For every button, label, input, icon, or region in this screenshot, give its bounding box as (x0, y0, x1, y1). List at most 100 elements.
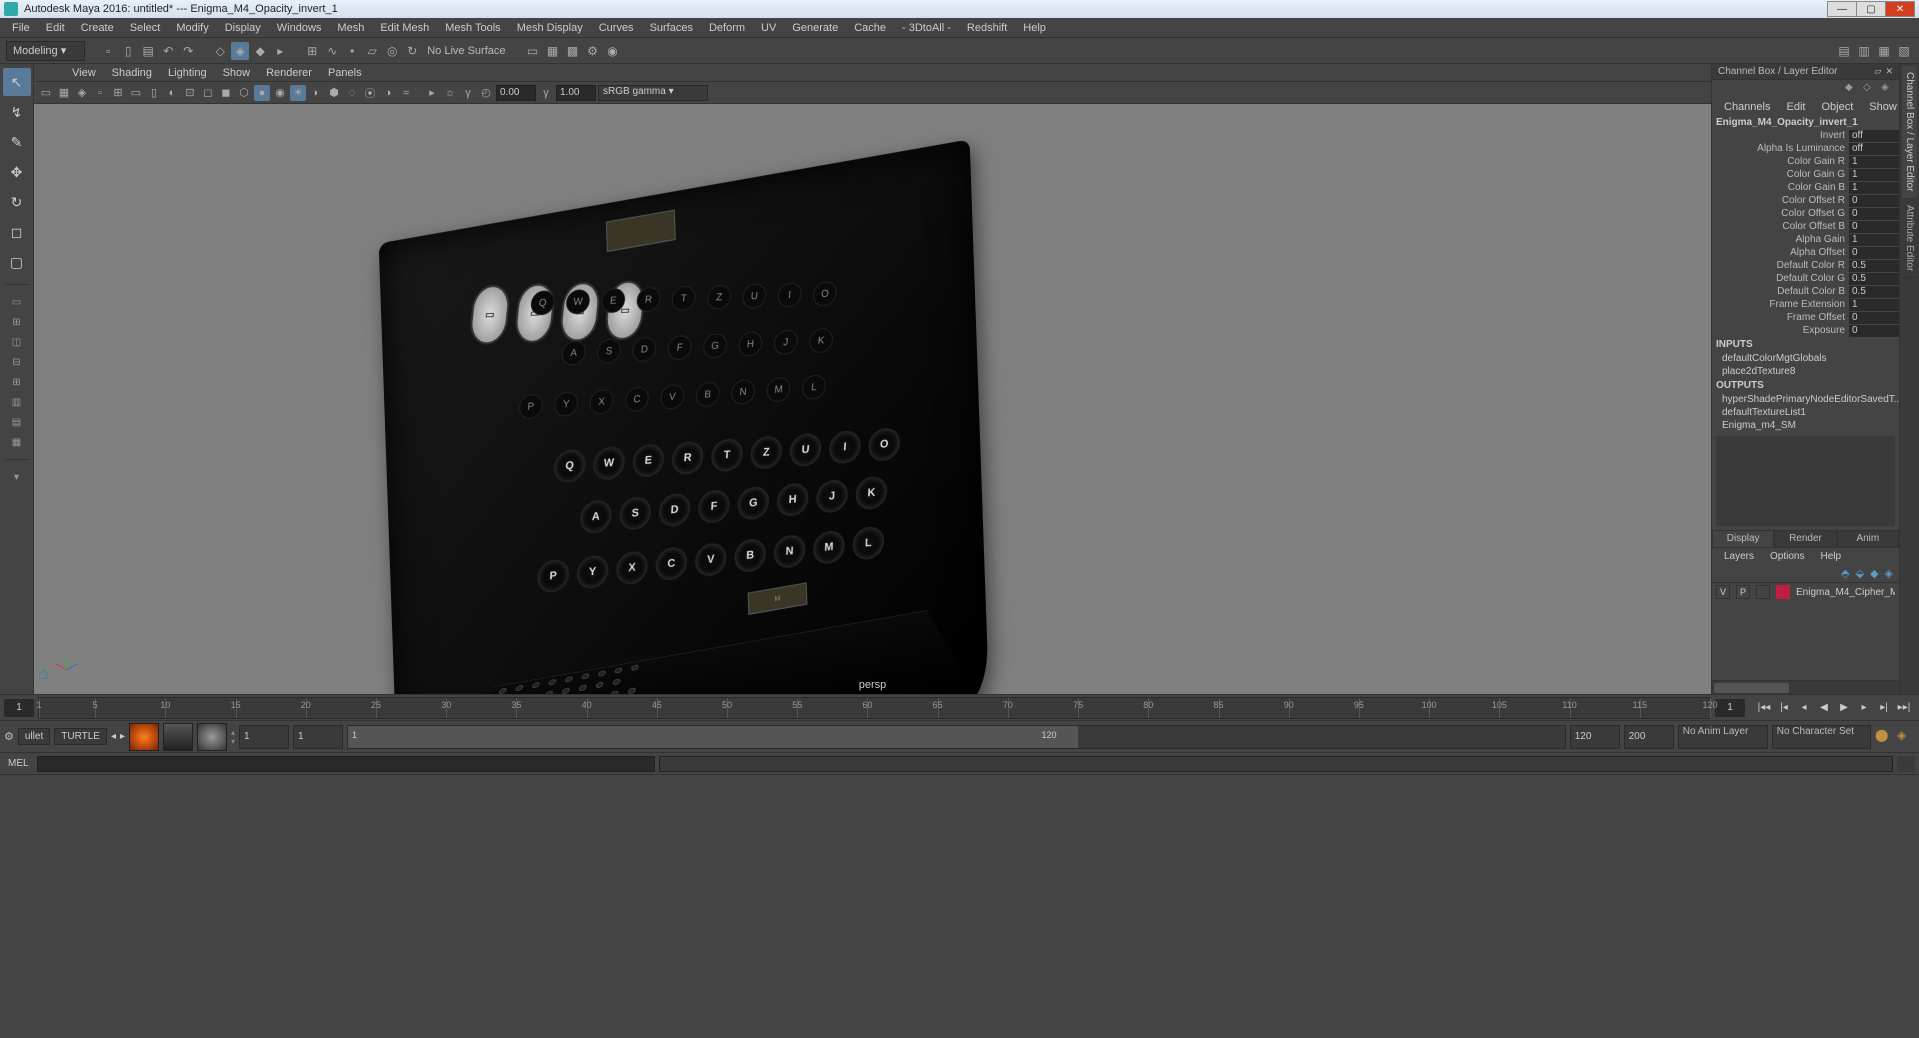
shadows-icon[interactable]: ◗ (308, 85, 324, 101)
select-camera-icon[interactable]: ▭ (38, 85, 54, 101)
layout-options-icon[interactable]: ▾ (3, 468, 31, 486)
anim-end-field[interactable]: 200 (1624, 725, 1674, 749)
anim-start-field[interactable]: 1 (239, 725, 289, 749)
color-space-dropdown[interactable]: sRGB gamma ▾ (598, 85, 708, 101)
menu-help[interactable]: Help (1015, 20, 1054, 36)
grid-icon[interactable]: ⊞ (110, 85, 126, 101)
panel-menu-show[interactable]: Show (215, 65, 259, 81)
smooth-shade-icon[interactable]: ● (254, 85, 270, 101)
snap-grid-icon[interactable]: ⊞ (303, 42, 321, 60)
save-scene-icon[interactable]: ▤ (139, 42, 157, 60)
anim-layer-dropdown[interactable]: No Anim Layer (1678, 725, 1768, 749)
motion-blur-icon[interactable]: ≈ (398, 85, 414, 101)
play-backwards-icon[interactable]: ◀ (1815, 700, 1833, 716)
script-language-label[interactable]: MEL (4, 758, 33, 769)
panel-menu-panels[interactable]: Panels (320, 65, 370, 81)
shelf-nav-right-icon[interactable]: ▸ (120, 731, 125, 742)
viewcube-home-icon[interactable]: ⌂ (38, 663, 49, 684)
time-ruler[interactable]: 1510152025303540455055606570758085909510… (38, 697, 1711, 719)
resolution-gate-icon[interactable]: ▯ (146, 85, 162, 101)
attr-value-field[interactable]: 0 (1849, 195, 1899, 207)
shelf-tab-turtle[interactable]: TURTLE (54, 728, 107, 745)
output-node-link[interactable]: hyperShadePrimaryNodeEditorSavedT... (1712, 393, 1899, 406)
attr-value-field[interactable]: 0 (1849, 312, 1899, 324)
menu-edit-mesh[interactable]: Edit Mesh (372, 20, 437, 36)
go-to-start-icon[interactable]: |◂◂ (1755, 700, 1773, 716)
channel-icon-1[interactable]: ◆ (1845, 82, 1859, 96)
panel-close-icon[interactable]: ✕ (1885, 66, 1893, 77)
menu-create[interactable]: Create (73, 20, 122, 36)
gamma-value-icon[interactable]: γ (538, 85, 554, 101)
panel-menu-lighting[interactable]: Lighting (160, 65, 215, 81)
menu-mesh-display[interactable]: Mesh Display (509, 20, 591, 36)
step-back-frame-icon[interactable]: ◂ (1795, 700, 1813, 716)
safe-action-icon[interactable]: ◻ (200, 85, 216, 101)
window-close-button[interactable]: ✕ (1885, 1, 1915, 17)
snap-live-icon[interactable]: ◎ (383, 42, 401, 60)
bookmarks-icon[interactable]: ◈ (74, 85, 90, 101)
exposure-icon[interactable]: ☼ (442, 85, 458, 101)
attr-value-field[interactable]: 1 (1849, 299, 1899, 311)
attr-value-field[interactable]: 0.5 (1849, 273, 1899, 285)
selection-mask-icon[interactable]: ▸ (271, 42, 289, 60)
attr-value-field[interactable]: 0 (1849, 247, 1899, 259)
isolate-select-icon[interactable]: ▸ (424, 85, 440, 101)
select-by-hierarchy-icon[interactable]: ◇ (211, 42, 229, 60)
layout-single-icon[interactable]: ▭ (3, 293, 31, 311)
paint-select-tool-icon[interactable]: ✎ (3, 128, 31, 156)
xray-icon[interactable]: ◌ (344, 85, 360, 101)
new-layer-from-selected-icon[interactable]: ◈ (1885, 567, 1893, 580)
layer-display-type-toggle[interactable] (1756, 585, 1770, 599)
range-slider-track[interactable]: 1 120 (347, 725, 1566, 749)
layout-three-icon[interactable]: ⊞ (3, 373, 31, 391)
layout-four-icon[interactable]: ⊞ (3, 313, 31, 331)
new-empty-layer-icon[interactable]: ◆ (1870, 567, 1878, 580)
panel-menu-renderer[interactable]: Renderer (258, 65, 320, 81)
render-frame-icon[interactable]: ▦ (543, 42, 561, 60)
lasso-tool-icon[interactable]: ↯ (3, 98, 31, 126)
redo-icon[interactable]: ↷ (179, 42, 197, 60)
wireframe-on-shaded-icon[interactable]: ⬢ (326, 85, 342, 101)
channelbox-menu-edit[interactable]: Edit (1778, 99, 1813, 115)
menu--3dtoall-[interactable]: - 3DtoAll - (894, 20, 959, 36)
shelf-item-1[interactable] (129, 723, 159, 751)
layer-playback-toggle[interactable]: P (1736, 585, 1750, 599)
output-node-link[interactable]: defaultTextureList1 (1712, 406, 1899, 419)
textured-icon[interactable]: ◉ (272, 85, 288, 101)
gate-mask-icon[interactable]: ◐ (164, 85, 180, 101)
menu-display[interactable]: Display (217, 20, 269, 36)
menu-uv[interactable]: UV (753, 20, 784, 36)
toggle-attribute-editor-icon[interactable]: ▧ (1895, 42, 1913, 60)
viewport-persp[interactable]: ▭ ▭ ▭ ▭ QWERTZUIOASDFGHJKPYXCVBNML QWERT… (34, 104, 1711, 694)
channel-icon-2[interactable]: ◇ (1863, 82, 1877, 96)
menu-modify[interactable]: Modify (168, 20, 216, 36)
shelf-item-3[interactable] (197, 723, 227, 751)
attr-value-field[interactable]: 1 (1849, 156, 1899, 168)
attr-value-field[interactable]: 1 (1849, 182, 1899, 194)
output-node-link[interactable]: Enigma_m4_SM (1712, 419, 1899, 432)
menu-surfaces[interactable]: Surfaces (642, 20, 701, 36)
channelbox-menu-object[interactable]: Object (1813, 99, 1861, 115)
snap-curve-icon[interactable]: ∿ (323, 42, 341, 60)
attr-value-field[interactable]: 1 (1849, 169, 1899, 181)
input-node-link[interactable]: place2dTexture8 (1712, 365, 1899, 378)
scale-tool-icon[interactable]: ◻ (3, 218, 31, 246)
layer-color-swatch[interactable] (1776, 585, 1790, 599)
layer-menu-layers[interactable]: Layers (1716, 550, 1762, 563)
ipr-render-icon[interactable]: ▩ (563, 42, 581, 60)
go-to-end-icon[interactable]: ▸▸| (1895, 700, 1913, 716)
menu-redshift[interactable]: Redshift (959, 20, 1015, 36)
menu-select[interactable]: Select (122, 20, 169, 36)
step-back-key-icon[interactable]: |◂ (1775, 700, 1793, 716)
attr-value-field[interactable]: 0.5 (1849, 286, 1899, 298)
panel-menu-shading[interactable]: Shading (104, 65, 160, 81)
layout-hypershade-persp-icon[interactable]: ▤ (3, 413, 31, 431)
input-node-link[interactable]: defaultColorMgtGlobals (1712, 352, 1899, 365)
channelbox-menu-channels[interactable]: Channels (1716, 99, 1778, 115)
layout-custom-icon[interactable]: ▦ (3, 433, 31, 451)
menu-cache[interactable]: Cache (846, 20, 894, 36)
layer-row[interactable]: V P Enigma_M4_Cipher_Mac (1712, 583, 1899, 601)
layout-two-stacked-icon[interactable]: ⊟ (3, 353, 31, 371)
wireframe-icon[interactable]: ⬡ (236, 85, 252, 101)
attr-value-field[interactable]: 1 (1849, 234, 1899, 246)
